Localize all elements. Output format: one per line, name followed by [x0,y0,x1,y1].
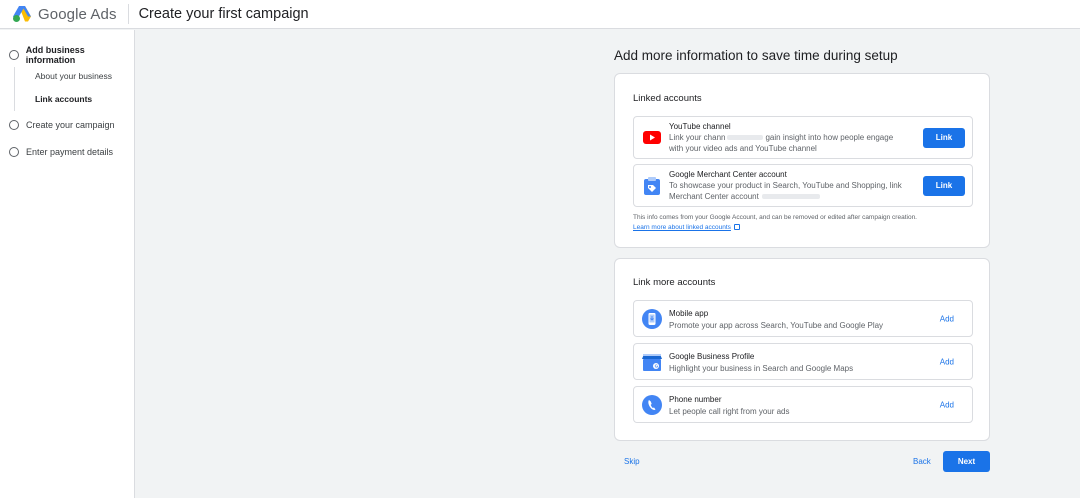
mobile-app-icon [642,308,662,329]
youtube-icon [642,128,662,148]
row-description: To showcase your product in Search, YouT… [669,181,902,201]
step-circle-icon [9,147,19,157]
linked-accounts-title: Linked accounts [633,93,702,104]
skip-button[interactable]: Skip [624,457,640,466]
step-enter-payment-details[interactable]: Enter payment details [9,147,113,157]
youtube-channel-row: YouTube channel Link your chann gain insi… [633,116,973,159]
add-business-profile-button[interactable]: Add [940,357,954,366]
step-circle-icon [9,120,19,130]
business-profile-icon: G [642,352,662,372]
step-create-your-campaign[interactable]: Create your campaign [9,120,115,130]
linked-accounts-note: This info comes from your Google Account… [633,214,917,231]
business-profile-row: G Google Business Profile Highlight your… [633,343,973,380]
google-ads-logo-icon [13,6,31,22]
link-more-accounts-card: Link more accounts Mobile app Promote yo… [614,258,990,441]
svg-text:G: G [655,363,659,368]
row-description: Let people call right from your ads [669,407,790,416]
substep-about-your-business[interactable]: About your business [35,71,112,81]
row-title: Google Merchant Center account [669,170,787,179]
top-bar: Google Ads Create your first campaign [0,0,1080,29]
next-button[interactable]: Next [943,451,990,472]
row-title: Google Business Profile [669,352,755,361]
row-title: YouTube channel [669,122,731,131]
step-label: Add business information [25,45,85,65]
merchant-center-icon [642,176,662,196]
brand-name: Google Ads [38,5,117,23]
row-title: Phone number [669,395,722,404]
open-in-new-icon [733,223,740,230]
merchant-center-row: Google Merchant Center account To showca… [633,164,973,207]
add-mobile-app-button[interactable]: Add [940,314,954,323]
add-phone-number-button[interactable]: Add [940,400,954,409]
step-label: Enter payment details [26,147,114,157]
row-description: Link your chann gain insight into how peo… [669,133,894,153]
substep-connector [14,67,15,111]
row-description: Promote your app across Search, YouTube … [669,321,884,330]
substep-link-accounts[interactable]: Link accounts [35,94,92,104]
step-add-business-information[interactable]: Add business information [9,45,134,65]
google-ads-logo[interactable]: Google Ads [12,0,117,29]
page-title: Create your first campaign [138,6,309,22]
link-more-accounts-title: Link more accounts [633,277,716,288]
phone-icon [642,394,662,415]
linked-accounts-card: Linked accounts YouTube channel Link you… [614,73,990,248]
step-circle-icon [9,50,19,60]
link-youtube-button[interactable]: Link [923,127,965,148]
title-divider [127,4,129,24]
redacted-text [761,194,820,200]
learn-more-link[interactable]: Learn more about linked accounts [633,224,731,231]
step-label: Create your campaign [26,120,115,130]
row-title: Mobile app [669,309,709,318]
link-merchant-center-button[interactable]: Link [923,175,965,196]
stepper-sidebar: Add business information About your busi… [0,30,135,498]
redacted-text [727,135,764,141]
back-button[interactable]: Back [913,457,931,466]
phone-number-row: Phone number Let people call right from … [633,386,973,423]
row-description: Highlight your business in Search and Go… [669,364,854,373]
mobile-app-row: Mobile app Promote your app across Searc… [633,300,973,337]
page-heading: Add more information to save time during… [614,48,898,63]
